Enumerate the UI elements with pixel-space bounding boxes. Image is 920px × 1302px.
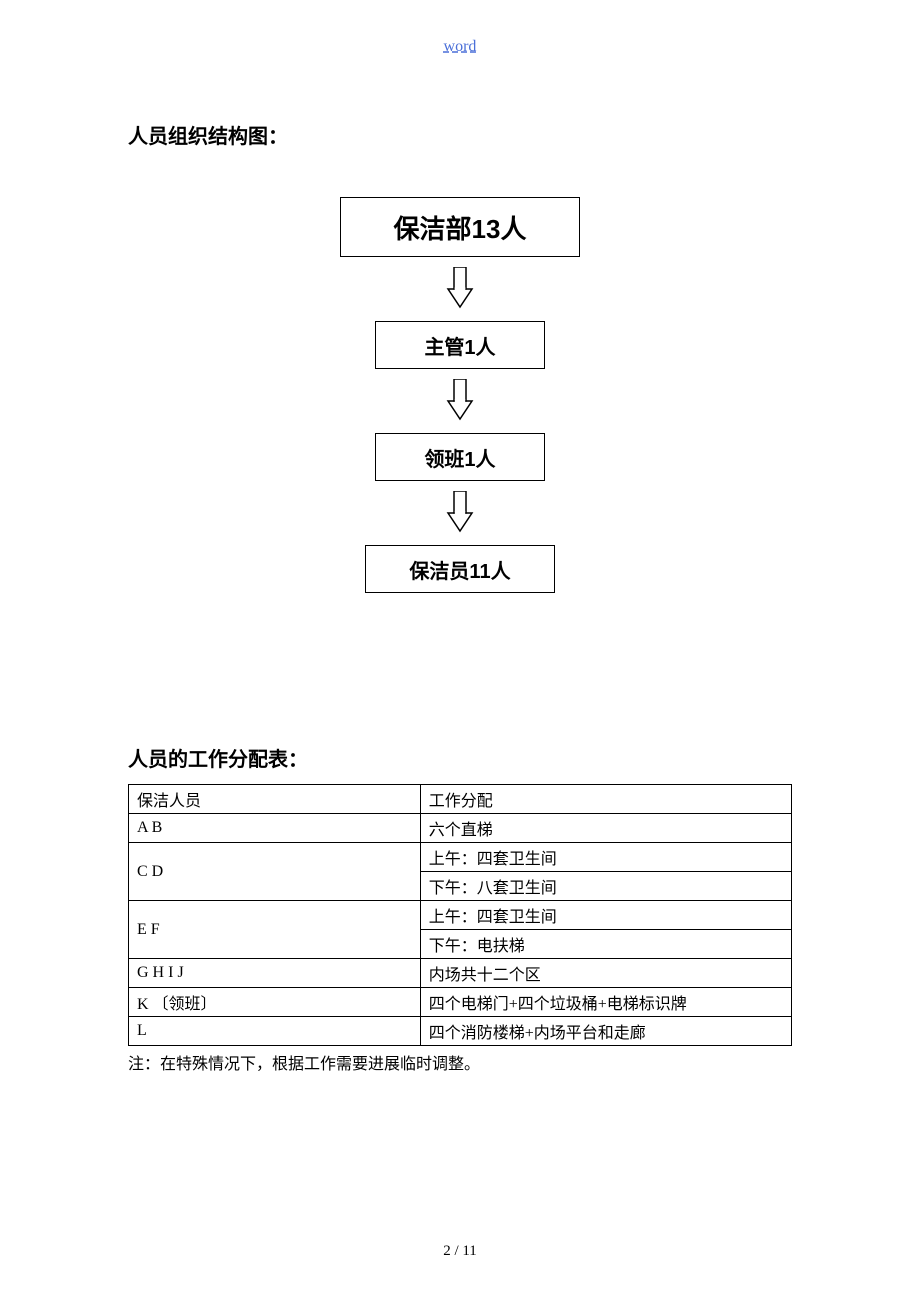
table-cell: L [129, 1017, 421, 1046]
table-cell: G H I J [129, 959, 421, 988]
table-cell: 下午：电扶梯 [420, 930, 791, 959]
org-box-department: 保洁部13人 [340, 197, 580, 257]
table-row: A B 六个直梯 [129, 814, 792, 843]
org-box-foreman: 领班1人 [375, 433, 545, 481]
work-table-title: 人员的工作分配表： [128, 743, 792, 772]
table-cell: 上午：四套卫生间 [420, 843, 791, 872]
table-cell: K 〔领班〕 [129, 988, 421, 1017]
arrow-down-icon [442, 267, 478, 311]
table-row: G H I J 内场共十二个区 [129, 959, 792, 988]
table-header-cell: 工作分配 [420, 785, 791, 814]
header-link[interactable]: word [0, 38, 920, 56]
arrow-down-icon [442, 491, 478, 535]
table-cell: 六个直梯 [420, 814, 791, 843]
page-content: 人员组织结构图： 保洁部13人 主管1人 领班1人 [128, 120, 792, 1074]
table-cell: 下午：八套卫生间 [420, 872, 791, 901]
org-chart: 保洁部13人 主管1人 领班1人 保洁员11人 [128, 197, 792, 593]
org-box-cleaners: 保洁员11人 [365, 545, 555, 593]
table-header-cell: 保洁人员 [129, 785, 421, 814]
work-assignment-table: 保洁人员 工作分配 A B 六个直梯 C D 上午：四套卫生间 下午：八套卫生间… [128, 784, 792, 1046]
table-row: 保洁人员 工作分配 [129, 785, 792, 814]
table-cell: 四个电梯门+四个垃圾桶+电梯标识牌 [420, 988, 791, 1017]
page-number: 2 / 11 [0, 1243, 920, 1260]
table-note: 注：在特殊情况下，根据工作需要进展临时调整。 [128, 1050, 792, 1074]
table-cell: 上午：四套卫生间 [420, 901, 791, 930]
org-chart-title: 人员组织结构图： [128, 120, 792, 149]
table-row: L 四个消防楼梯+内场平台和走廊 [129, 1017, 792, 1046]
table-cell: 内场共十二个区 [420, 959, 791, 988]
table-cell: 四个消防楼梯+内场平台和走廊 [420, 1017, 791, 1046]
table-cell: E F [129, 901, 421, 959]
org-box-supervisor: 主管1人 [375, 321, 545, 369]
table-cell: A B [129, 814, 421, 843]
table-cell: C D [129, 843, 421, 901]
arrow-down-icon [442, 379, 478, 423]
table-row: E F 上午：四套卫生间 [129, 901, 792, 930]
table-row: C D 上午：四套卫生间 [129, 843, 792, 872]
table-row: K 〔领班〕 四个电梯门+四个垃圾桶+电梯标识牌 [129, 988, 792, 1017]
